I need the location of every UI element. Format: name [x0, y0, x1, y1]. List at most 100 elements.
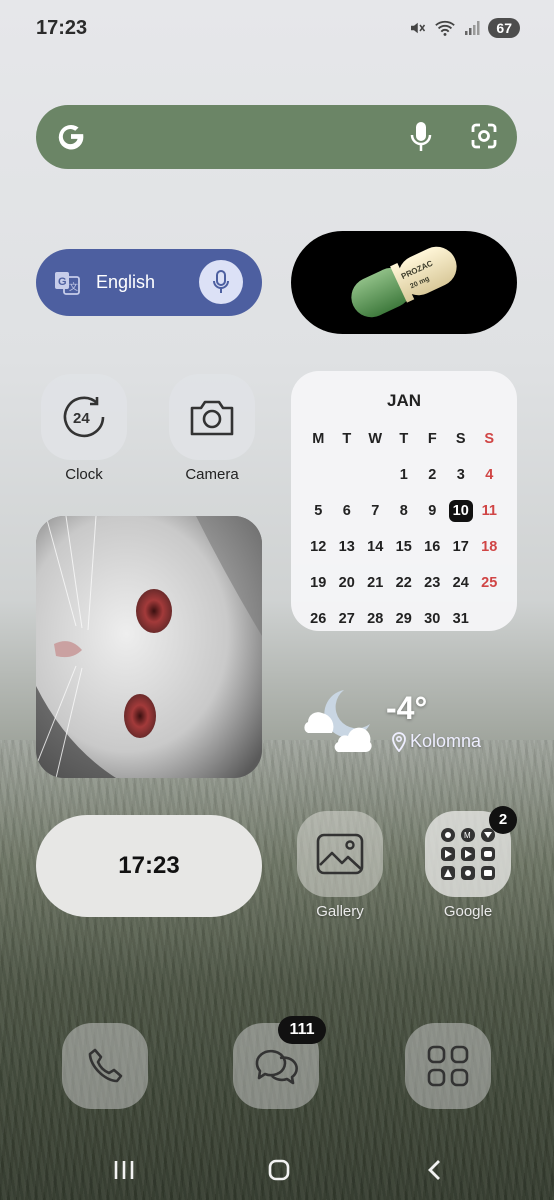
nav-back-button[interactable]	[410, 1152, 458, 1188]
calendar-day: 4	[485, 467, 494, 483]
back-icon	[428, 1160, 440, 1180]
home-icon	[268, 1159, 290, 1181]
calendar-day: 30	[424, 611, 441, 627]
calendar-day: 29	[395, 611, 412, 627]
calendar-day: 21	[367, 575, 384, 591]
mic-icon[interactable]	[410, 121, 432, 153]
calendar-week-row: 26 27 28 29 30 31	[304, 601, 504, 637]
calendar-day: 1	[399, 467, 408, 483]
gallery-app-label: Gallery	[316, 903, 364, 920]
camera-app-label: Camera	[185, 466, 239, 483]
calendar-day: 16	[424, 539, 441, 555]
calendar-day: 12	[310, 539, 327, 555]
calendar-day: 9	[428, 503, 437, 519]
lens-icon[interactable]	[470, 122, 498, 150]
status-icons: 67	[408, 16, 520, 40]
gallery-app-button[interactable]	[297, 811, 383, 897]
calendar-day: 14	[367, 539, 384, 555]
google-folder-badge: 2	[489, 806, 517, 834]
translate-language: English	[96, 272, 156, 292]
calendar-day: 15	[395, 539, 412, 555]
digital-clock-widget[interactable]: 17:23	[36, 815, 262, 917]
calendar-day: 24	[452, 575, 469, 591]
translate-widget[interactable]: G 文 English	[36, 249, 262, 316]
prozac-pill-widget[interactable]: PROZAC 20 mg	[291, 231, 517, 334]
clock-widget-time: 17:23	[118, 852, 180, 879]
weather-temperature: -4°	[386, 690, 428, 726]
weather-location-text: Kolomna	[410, 731, 482, 751]
calendar-day: 31	[452, 611, 469, 627]
pill-capsule-image: PROZAC 20 mg	[351, 246, 457, 318]
weather-moon-cloud-icon	[304, 690, 372, 752]
weather-location: Kolomna	[391, 731, 481, 752]
calendar-day: 11	[481, 503, 497, 519]
clock-app-button[interactable]: 24	[41, 374, 127, 460]
calendar-weekday: F	[427, 431, 437, 447]
google-search-bar[interactable]	[36, 105, 517, 169]
calendar-day: 8	[399, 503, 408, 519]
calendar-day: 19	[310, 575, 327, 591]
calendar-weekday-row: M TWT F S S	[304, 421, 504, 457]
dock-phone-button[interactable]	[62, 1023, 148, 1109]
status-time: 17:23	[36, 17, 88, 39]
location-pin-icon	[392, 731, 406, 752]
calendar-day: 6	[342, 503, 351, 519]
calendar-weekday: S	[455, 431, 466, 447]
nav-home-button[interactable]	[255, 1152, 303, 1188]
calendar-day: 2	[428, 467, 437, 483]
photo-widget-cat[interactable]	[36, 516, 262, 778]
battery-indicator: 67	[488, 18, 520, 38]
calendar-day: 7	[371, 503, 380, 519]
cat-eye-upper	[136, 589, 172, 633]
calendar-day: 26	[310, 611, 327, 627]
calendar-weekday: M	[312, 431, 325, 447]
phone-icon	[88, 1048, 123, 1083]
calendar-week-row: 19 20 21 22 23 24 25	[304, 565, 504, 601]
translate-icon: G 文	[55, 272, 80, 295]
calendar-day: 28	[367, 611, 384, 627]
calendar-day: 25	[481, 575, 498, 591]
calendar-day: 13	[338, 539, 355, 555]
svg-text:G: G	[58, 276, 67, 288]
svg-text:M: M	[464, 831, 471, 840]
google-apps-grid-icon: M	[441, 828, 495, 880]
wallpaper-grass	[0, 740, 554, 1200]
google-folder-label: Google	[443, 903, 493, 920]
dock-apps-button[interactable]	[405, 1023, 491, 1109]
translate-mic-button[interactable]	[199, 260, 243, 304]
svg-text:24: 24	[73, 410, 90, 427]
calendar-day: 22	[395, 575, 412, 591]
calendar-weekday: S	[484, 431, 495, 447]
calendar-weekday: T	[399, 431, 409, 447]
calendar-day: 20	[338, 575, 355, 591]
calendar-day: 23	[424, 575, 441, 591]
calendar-week-row: 5 6 7 8 9 10 11	[304, 493, 504, 529]
camera-app-button[interactable]	[169, 374, 255, 460]
calendar-weekday: T	[342, 431, 352, 447]
calendar-day-today: 10	[447, 500, 476, 522]
calendar-weekday: W	[368, 431, 383, 447]
svg-text:文: 文	[69, 281, 78, 292]
calendar-day: 17	[452, 539, 469, 555]
calendar-grid: M T W T F S S 1 2 3 4 5 6 7 8 9 10 11 12 13 14 15 16 17 18 19 20 21…	[304, 421, 504, 637]
google-logo-icon	[58, 124, 84, 150]
calendar-week-row: 12 13 14 15 16 17 18	[304, 529, 504, 565]
clock-app-label: Clock	[65, 466, 103, 483]
calendar-day: 27	[338, 611, 355, 627]
calendar-day: 18	[481, 539, 498, 555]
nav-recents-button[interactable]	[100, 1152, 148, 1188]
wifi-icon	[435, 20, 456, 36]
camera-icon	[190, 400, 234, 436]
calendar-day: 3	[456, 467, 465, 483]
signal-icon	[465, 21, 480, 35]
messages-icon	[255, 1049, 298, 1085]
cat-eye-lower	[124, 694, 156, 738]
mic-icon	[213, 270, 229, 293]
calendar-month: JAN	[386, 391, 421, 410]
mute-icon	[411, 22, 426, 34]
calendar-week-row: 1 2 3 4	[304, 457, 504, 493]
clock-24-icon: 24	[63, 396, 105, 438]
calendar-widget[interactable]: JAN M T W T F S S 1 2 3 4 5 6 7 8 9 10 11 12 13 14 15 16 17 18 19…	[291, 371, 517, 631]
apps-icon	[427, 1045, 469, 1087]
recents-icon	[114, 1161, 134, 1179]
